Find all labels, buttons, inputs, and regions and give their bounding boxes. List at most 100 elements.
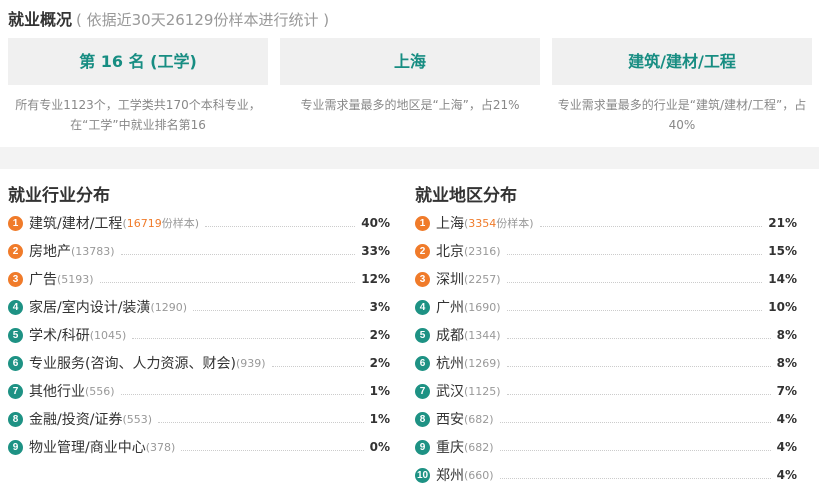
item-name-link[interactable]: 深圳 [436, 269, 464, 289]
item-name-link[interactable]: 金融/投资/证券 [29, 409, 122, 429]
rank-badge: 7 [415, 383, 430, 399]
dotted-leader [539, 225, 763, 227]
rank-badge: 9 [8, 439, 23, 455]
dotted-leader [506, 309, 763, 311]
industry-list-item[interactable]: 5 学术/科研 (1045) 2% [8, 324, 390, 346]
industry-list-item[interactable]: 9 物业管理/商业中心 (378) 0% [8, 436, 390, 458]
summary-rank-desc: 所有专业1123个，工学类共170个本科专业，在“工学”中就业排名第16 [15, 98, 261, 132]
region-list-item[interactable]: 10 郑州 (660) 4% [415, 464, 797, 486]
dotted-leader [506, 337, 771, 339]
dotted-leader [99, 281, 356, 283]
rank-badge: 2 [415, 243, 430, 259]
region-list-item[interactable]: 1 上海 (3354份样本) 21% [415, 212, 797, 234]
item-name-link[interactable]: 广州 [436, 297, 464, 317]
item-name-link[interactable]: 武汉 [436, 381, 464, 401]
item-percentage: 8% [776, 356, 797, 370]
item-name-link[interactable]: 郑州 [436, 465, 464, 485]
item-sample-count: (13783) [71, 244, 115, 258]
item-name-link[interactable]: 建筑/建材/工程 [29, 213, 122, 233]
item-percentage: 10% [768, 300, 797, 314]
rank-badge: 4 [8, 299, 23, 315]
industry-list-item[interactable]: 7 其他行业 (556) 1% [8, 380, 390, 402]
item-sample-count: (1290) [150, 300, 188, 314]
rank-badge: 8 [8, 411, 23, 427]
rank-badge: 9 [415, 439, 430, 455]
rank-badge: 8 [415, 411, 430, 427]
item-name-link[interactable]: 家居/室内设计/装潢 [29, 297, 150, 317]
item-name-link[interactable]: 专业服务(咨询、人力资源、财会) [29, 353, 236, 373]
item-name-link[interactable]: 重庆 [436, 437, 464, 457]
dotted-leader [132, 337, 364, 339]
region-list-item[interactable]: 6 杭州 (1269) 8% [415, 352, 797, 374]
dotted-leader [158, 421, 364, 423]
item-name-link[interactable]: 上海 [436, 213, 464, 233]
item-name-link[interactable]: 其他行业 [29, 381, 85, 401]
item-name-link[interactable]: 房地产 [29, 241, 71, 261]
item-percentage: 3% [369, 300, 390, 314]
industry-list-item[interactable]: 1 建筑/建材/工程 (16719份样本) 40% [8, 212, 390, 234]
page-title: 就业概况 [8, 10, 73, 29]
rank-badge: 6 [8, 355, 23, 371]
item-sample-count: (5193) [57, 272, 94, 286]
summary-industry-value: 建筑/建材/工程 [552, 38, 812, 85]
dotted-leader [120, 253, 356, 255]
rank-badge: 7 [8, 383, 23, 399]
item-name-link[interactable]: 学术/科研 [29, 325, 90, 345]
industry-list-item[interactable]: 4 家居/室内设计/装潢 (1290) 3% [8, 296, 390, 318]
dotted-leader [506, 365, 771, 367]
item-sample-count: (1125) [464, 384, 501, 398]
industry-list-item[interactable]: 8 金融/投资/证券 (553) 1% [8, 408, 390, 430]
overview-header: 就业概况( 依据近30天26129份样本进行统计 ) [8, 6, 330, 29]
item-sample-count: (1269) [464, 356, 501, 370]
item-sample-count: (378) [145, 440, 176, 454]
item-percentage: 12% [361, 272, 390, 286]
region-list-item[interactable]: 3 深圳 (2257) 14% [415, 268, 797, 290]
rank-badge: 10 [415, 467, 430, 483]
item-sample-count: (1690) [464, 300, 501, 314]
rank-badge: 5 [415, 327, 430, 343]
dotted-leader [499, 477, 771, 479]
item-sample-count: (2316) [464, 244, 501, 258]
region-list-item[interactable]: 9 重庆 (682) 4% [415, 436, 797, 458]
region-title: 就业地区分布 [415, 186, 517, 206]
summary-region-desc: 专业需求量最多的地区是“上海”，占21% [300, 98, 520, 112]
dotted-leader [271, 365, 364, 367]
rank-badge: 5 [8, 327, 23, 343]
item-percentage: 1% [369, 384, 390, 398]
summary-panel: 第 16 名 (工学) 所有专业1123个，工学类共170个本科专业，在“工学”… [0, 30, 819, 147]
region-list-item[interactable]: 2 北京 (2316) 15% [415, 240, 797, 262]
industry-list-item[interactable]: 6 专业服务(咨询、人力资源、财会) (939) 2% [8, 352, 390, 374]
industry-list-item[interactable]: 2 房地产 (13783) 33% [8, 240, 390, 262]
region-list-item[interactable]: 5 成都 (1344) 8% [415, 324, 797, 346]
item-name-link[interactable]: 物业管理/商业中心 [29, 437, 146, 457]
item-sample-count: (1045) [89, 328, 127, 342]
item-percentage: 8% [776, 328, 797, 342]
item-percentage: 7% [776, 384, 797, 398]
item-sample-count: (1344) [464, 328, 501, 342]
dotted-leader [181, 449, 364, 451]
region-list-item[interactable]: 7 武汉 (1125) 7% [415, 380, 797, 402]
region-list-item[interactable]: 8 西安 (682) 4% [415, 408, 797, 430]
industry-title: 就业行业分布 [8, 186, 110, 206]
item-name-link[interactable]: 北京 [436, 241, 464, 261]
summary-rank-value: 第 16 名 (工学) [8, 38, 268, 85]
rank-badge: 2 [8, 243, 23, 259]
region-list-item[interactable]: 4 广州 (1690) 10% [415, 296, 797, 318]
dotted-leader [499, 449, 771, 451]
industry-list-item[interactable]: 3 广告 (5193) 12% [8, 268, 390, 290]
count-suffix: 份样本) [161, 217, 200, 230]
rank-badge: 1 [8, 215, 23, 231]
item-name-link[interactable]: 成都 [436, 325, 464, 345]
dotted-leader [499, 421, 771, 423]
item-name-link[interactable]: 西安 [436, 409, 464, 429]
item-sample-count: (556) [85, 384, 115, 398]
item-name-link[interactable]: 杭州 [436, 353, 464, 373]
summary-card-rank: 第 16 名 (工学) 所有专业1123个，工学类共170个本科专业，在“工学”… [8, 38, 268, 146]
item-name-link[interactable]: 广告 [29, 269, 57, 289]
page-subtitle: ( 依据近30天26129份样本进行统计 ) [76, 11, 330, 29]
section-divider [0, 147, 819, 169]
item-percentage: 21% [768, 216, 797, 230]
item-sample-count: (682) [464, 440, 494, 454]
dotted-leader [120, 393, 364, 395]
item-percentage: 2% [369, 328, 390, 342]
